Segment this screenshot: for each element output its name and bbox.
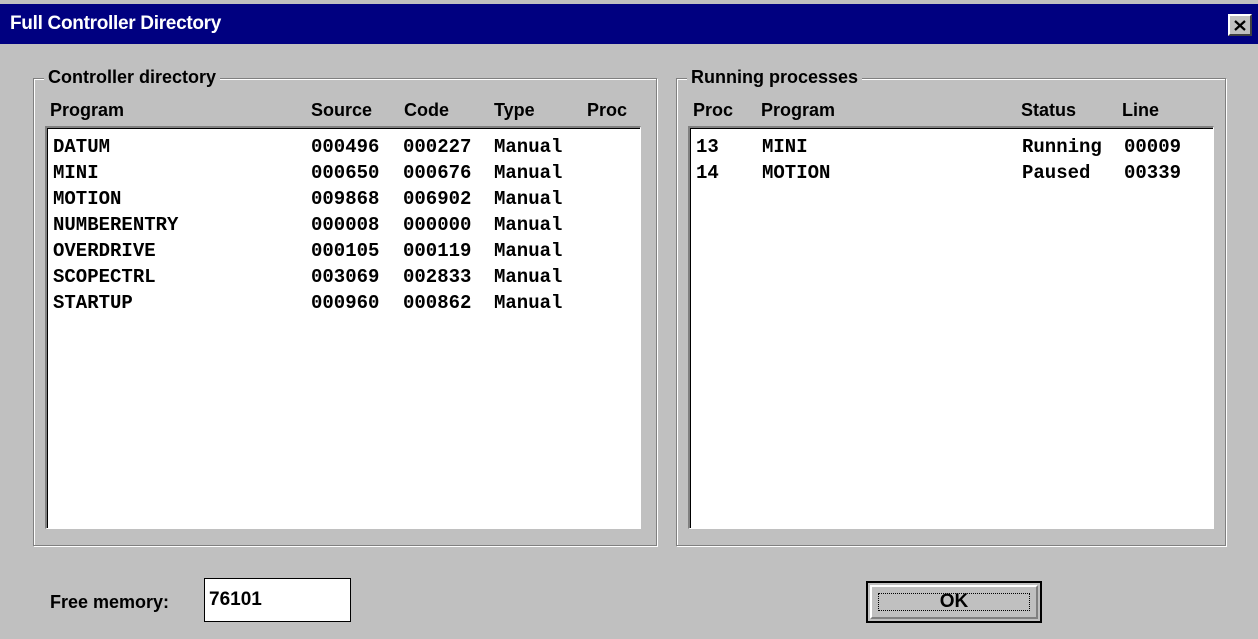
header-line: Line bbox=[1122, 100, 1160, 120]
process-cell-status: Paused bbox=[1022, 162, 1091, 184]
directory-cell-program: STARTUP bbox=[53, 292, 133, 314]
directory-cell-program: NUMBERENTRY bbox=[53, 214, 179, 236]
directory-cell-source: 000960 bbox=[311, 292, 380, 314]
directory-cell-source: 000496 bbox=[311, 136, 380, 158]
full-controller-directory-dialog: Full Controller Directory Controller dir… bbox=[0, 0, 1258, 639]
directory-row[interactable]: STARTUP 000960 000862 Manual bbox=[47, 292, 640, 318]
directory-cell-type: Manual bbox=[494, 214, 563, 236]
process-cell-status: Running bbox=[1022, 136, 1102, 158]
title-bar[interactable]: Full Controller Directory bbox=[0, 4, 1258, 44]
directory-cell-code: 002833 bbox=[403, 266, 472, 288]
process-cell-proc: 14 bbox=[696, 162, 719, 184]
directory-cell-code: 000119 bbox=[403, 240, 472, 262]
ok-button-label: OK bbox=[878, 591, 1030, 612]
directory-cell-code: 000000 bbox=[403, 214, 472, 236]
close-icon bbox=[1234, 19, 1246, 31]
header-proc-running: Proc bbox=[693, 100, 734, 120]
directory-row[interactable]: OVERDRIVE 000105 000119 Manual bbox=[47, 240, 640, 266]
header-program-running: Program bbox=[761, 100, 836, 120]
directory-cell-program: MINI bbox=[53, 162, 99, 184]
header-proc: Proc bbox=[587, 100, 628, 120]
controller-directory-list[interactable]: DATUM 000496 000227 Manual MINI 000650 000676 M… bbox=[45, 126, 641, 529]
directory-cell-type: Manual bbox=[494, 188, 563, 210]
directory-cell-program: SCOPECTRL bbox=[53, 266, 156, 288]
directory-cell-code: 000862 bbox=[403, 292, 472, 314]
free-memory-field[interactable] bbox=[204, 578, 351, 622]
directory-cell-source: 000650 bbox=[311, 162, 380, 184]
directory-cell-code: 006902 bbox=[403, 188, 472, 210]
controller-directory-legend: Controller directory bbox=[44, 67, 221, 88]
header-source: Source bbox=[311, 100, 373, 120]
directory-cell-source: 000008 bbox=[311, 214, 380, 236]
directory-cell-code: 000227 bbox=[403, 136, 472, 158]
directory-cell-program: MOTION bbox=[53, 188, 122, 210]
directory-cell-type: Manual bbox=[494, 136, 563, 158]
window-title: Full Controller Directory bbox=[10, 13, 222, 34]
directory-cell-type: Manual bbox=[494, 292, 563, 314]
directory-cell-code: 000676 bbox=[403, 162, 472, 184]
process-cell-program: MOTION bbox=[762, 162, 831, 184]
directory-cell-source: 003069 bbox=[311, 266, 380, 288]
header-type: Type bbox=[494, 100, 535, 120]
header-program: Program bbox=[50, 100, 125, 120]
directory-cell-type: Manual bbox=[494, 266, 563, 288]
ok-button[interactable]: OK bbox=[866, 581, 1042, 623]
close-button[interactable] bbox=[1228, 14, 1252, 36]
header-code: Code bbox=[404, 100, 449, 120]
ok-button-bevel: OK bbox=[870, 585, 1038, 619]
directory-row[interactable]: MOTION 009868 006902 Manual bbox=[47, 188, 640, 214]
directory-row[interactable]: SCOPECTRL 003069 002833 Manual bbox=[47, 266, 640, 292]
header-status: Status bbox=[1021, 100, 1077, 120]
running-processes-list[interactable]: 13 MINI Running 00009 14 MOTION Paused 00339 bbox=[688, 126, 1214, 529]
process-cell-line: 00339 bbox=[1124, 162, 1182, 184]
process-cell-proc: 13 bbox=[696, 136, 719, 158]
process-row[interactable]: 13 MINI Running 00009 bbox=[690, 136, 1213, 162]
directory-row[interactable]: NUMBERENTRY 000008 000000 Manual bbox=[47, 214, 640, 240]
process-cell-line: 00009 bbox=[1124, 136, 1182, 158]
directory-cell-program: OVERDRIVE bbox=[53, 240, 156, 262]
directory-cell-type: Manual bbox=[494, 240, 563, 262]
directory-row[interactable]: MINI 000650 000676 Manual bbox=[47, 162, 640, 188]
directory-cell-program: DATUM bbox=[53, 136, 111, 158]
directory-cell-source: 009868 bbox=[311, 188, 380, 210]
directory-cell-type: Manual bbox=[494, 162, 563, 184]
process-row[interactable]: 14 MOTION Paused 00339 bbox=[690, 162, 1213, 188]
free-memory-label: Free memory: bbox=[50, 592, 170, 612]
process-cell-program: MINI bbox=[762, 136, 808, 158]
running-processes-legend: Running processes bbox=[687, 67, 863, 88]
directory-row[interactable]: DATUM 000496 000227 Manual bbox=[47, 136, 640, 162]
directory-cell-source: 000105 bbox=[311, 240, 380, 262]
